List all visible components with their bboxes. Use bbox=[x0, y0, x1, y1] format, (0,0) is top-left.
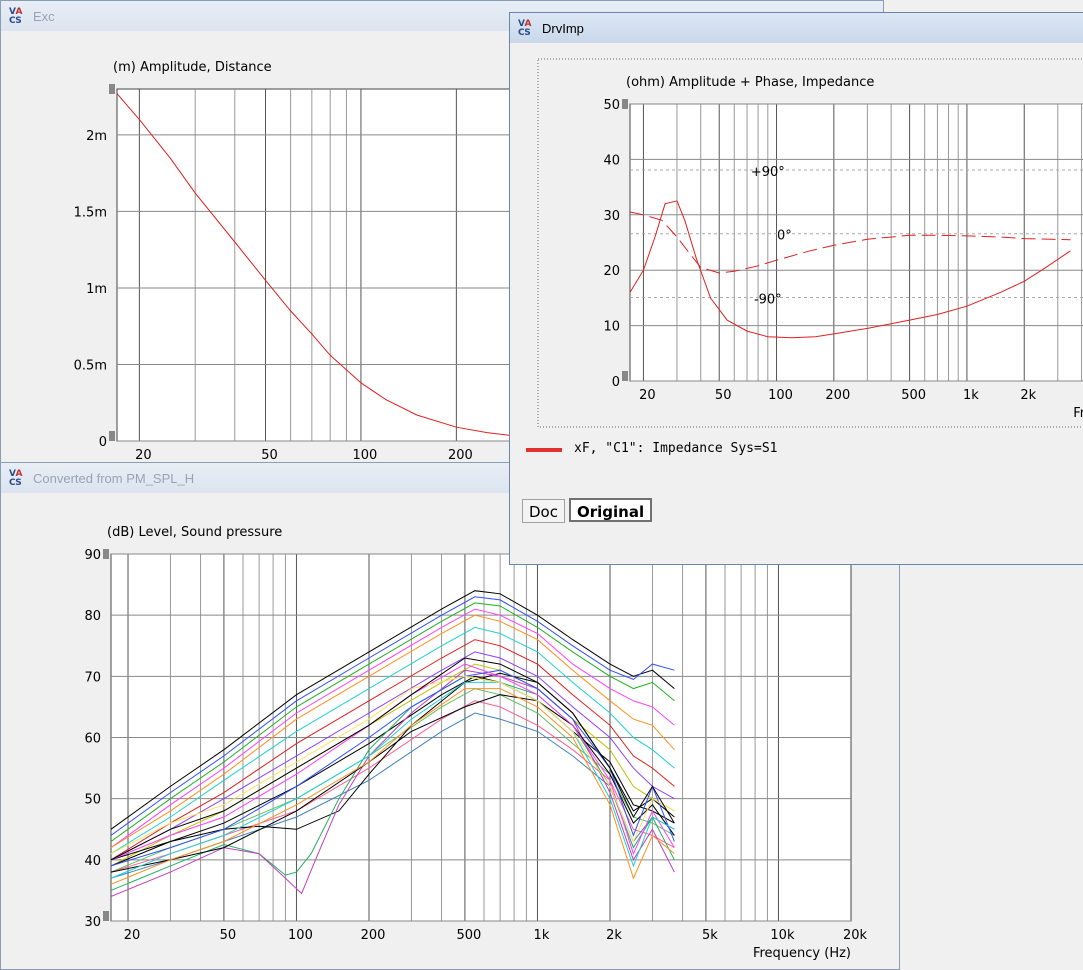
y-tick-label: 2m bbox=[86, 129, 107, 144]
y-tick-label: 60 bbox=[84, 732, 101, 747]
x-tick-label: 50 bbox=[220, 928, 237, 943]
y-tick-label: 50 bbox=[84, 793, 101, 808]
phase-label: +90° bbox=[751, 165, 785, 180]
y-tick-label: 20 bbox=[603, 264, 620, 279]
x-axis-label: Frequency (Hz) bbox=[753, 946, 851, 961]
tab-original[interactable]: Original bbox=[569, 498, 653, 522]
y-tick-label: 40 bbox=[84, 854, 101, 869]
x-tick-label: 100 bbox=[353, 448, 378, 463]
x-tick-label: 2k bbox=[606, 928, 622, 943]
phase-label: -90° bbox=[754, 292, 782, 307]
axis-handle-icon bbox=[622, 99, 628, 109]
y-tick-label: 90 bbox=[84, 548, 101, 563]
x-tick-label: 10k bbox=[770, 928, 795, 943]
chart-title: (ohm) Amplitude + Phase, Impedance bbox=[626, 75, 874, 90]
phase-label: 0° bbox=[777, 229, 792, 244]
x-tick-label: 50 bbox=[715, 388, 732, 403]
tab-doc[interactable]: Doc bbox=[522, 499, 565, 523]
axis-handle-icon bbox=[103, 911, 109, 921]
y-tick-label: 80 bbox=[84, 609, 101, 624]
axis-handle-icon bbox=[622, 371, 628, 381]
x-tick-label: 500 bbox=[901, 388, 926, 403]
y-tick-label: 0 bbox=[99, 435, 107, 450]
x-tick-label: 100 bbox=[768, 388, 793, 403]
x-tick-label: 20 bbox=[135, 448, 152, 463]
x-tick-label: 200 bbox=[448, 448, 473, 463]
x-tick-label: 100 bbox=[288, 928, 313, 943]
plot-area bbox=[629, 103, 1083, 382]
axis-handle-icon bbox=[109, 84, 115, 94]
y-tick-label: 30 bbox=[603, 209, 620, 224]
y-tick-label: 1.5m bbox=[74, 205, 107, 220]
y-tick-label: 50 bbox=[603, 98, 620, 113]
x-tick-label: 2k bbox=[1020, 388, 1036, 403]
y-tick-label: 0.5m bbox=[74, 358, 107, 373]
drvimp-chart: 0102030405020501002005001k2k5(ohm) Ampli… bbox=[537, 58, 1083, 428]
drvimp-window[interactable]: VA CS DrvImp 0 10 20 30 40 50 20 50 100 200 500 1k 2k… bbox=[509, 12, 1083, 565]
y-tick-label: 40 bbox=[603, 153, 620, 168]
y-tick-label: 30 bbox=[84, 915, 101, 930]
legend-label: xF, "C1": Impedance Sys=S1 bbox=[574, 441, 778, 456]
x-axis-label: Frec bbox=[1073, 406, 1083, 421]
x-tick-label: 500 bbox=[456, 928, 481, 943]
x-tick-label: 5k bbox=[702, 928, 718, 943]
x-tick-label: 200 bbox=[361, 928, 386, 943]
x-tick-label: 50 bbox=[261, 448, 278, 463]
x-tick-label: 20k bbox=[843, 928, 868, 943]
chart-title: (m) Amplitude, Distance bbox=[113, 60, 272, 75]
y-tick-label: 0 bbox=[612, 375, 620, 390]
y-tick-label: 1m bbox=[86, 282, 107, 297]
y-tick-label: 70 bbox=[84, 670, 101, 685]
axis-handle-icon bbox=[103, 549, 109, 559]
x-tick-label: 20 bbox=[124, 928, 141, 943]
axis-handle-icon bbox=[109, 431, 115, 441]
x-tick-label: 200 bbox=[825, 388, 850, 403]
x-tick-label: 1k bbox=[963, 388, 979, 403]
y-tick-label: 10 bbox=[603, 320, 620, 335]
legend-swatch bbox=[526, 448, 562, 452]
x-tick-label: 1k bbox=[534, 928, 550, 943]
x-tick-label: 20 bbox=[639, 388, 656, 403]
chart-title: (dB) Level, Sound pressure bbox=[107, 525, 282, 540]
